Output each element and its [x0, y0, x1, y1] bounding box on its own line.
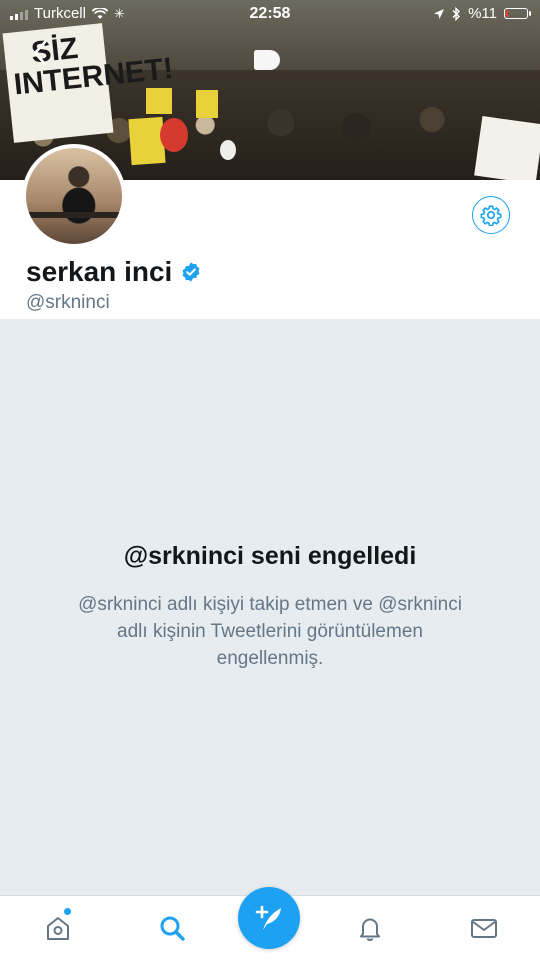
blocked-title: @srkninci seni engelledi: [123, 542, 417, 570]
tab-messages[interactable]: [468, 912, 500, 944]
location-icon: [434, 8, 445, 19]
blocked-description: @srkninci adlı kişiyi takip etmen ve @sr…: [78, 594, 462, 669]
blocked-notice: @srkninci seni engelledi @srkninci adlı …: [0, 542, 540, 672]
avatar-stage: [26, 212, 122, 218]
banner-mask: [220, 140, 236, 160]
profile-name: serkan inci: [26, 256, 173, 287]
gear-icon: [480, 205, 502, 226]
banner-red-hand-sign: [160, 118, 188, 152]
notification-dot: [64, 908, 71, 915]
tab-search[interactable]: [156, 912, 188, 944]
compose-tweet-button[interactable]: [238, 887, 300, 949]
bell-icon: [360, 918, 380, 941]
search-icon: [160, 916, 185, 941]
tab-home[interactable]: [42, 912, 74, 944]
profile-header: serkan inci @srkninci: [0, 144, 540, 319]
banner-paper: [474, 115, 540, 180]
status-bar: Turkcell ✳ 22:58 %11: [0, 0, 540, 28]
mail-icon: [471, 919, 497, 938]
banner-yellow-sign: [196, 90, 218, 118]
avatar[interactable]: [22, 144, 126, 248]
chevron-left-icon: [33, 40, 47, 66]
bluetooth-icon: [452, 6, 461, 21]
settings-button[interactable]: [472, 196, 510, 234]
verified-badge-icon: [182, 262, 200, 282]
back-button[interactable]: [32, 40, 62, 70]
profile-handle: @srkninci: [26, 292, 110, 313]
banner-megaphone: [254, 50, 280, 70]
battery-fill: [506, 10, 508, 17]
battery-icon: [504, 8, 531, 19]
home-icon: [47, 917, 69, 940]
profile-name-row: serkan inci: [26, 256, 202, 288]
compose-tweet-icon: [255, 905, 281, 930]
banner-yellow-sign: [146, 88, 172, 114]
tab-notifications[interactable]: [354, 912, 386, 944]
battery-percent: %11: [468, 5, 497, 22]
